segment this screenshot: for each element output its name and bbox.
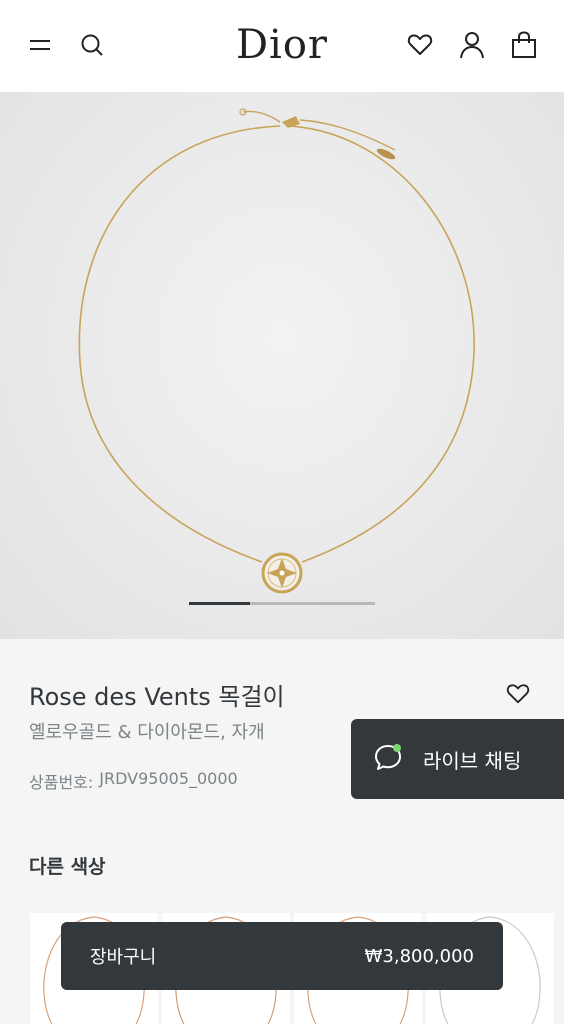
cart-label: 장바구니 [90, 947, 157, 968]
sku-label: 상품번호: [29, 773, 94, 792]
wishlist-heart-icon[interactable] [503, 679, 533, 709]
product-image-gallery[interactable] [0, 92, 564, 639]
live-chat-button[interactable]: 라이브 채팅 [351, 719, 564, 799]
bag-icon[interactable] [509, 28, 539, 62]
product-title: Rose des Vents 목걸이 [29, 683, 285, 711]
heart-icon[interactable] [405, 28, 435, 62]
other-colors-heading: 다른 색상 [29, 856, 106, 878]
sku-value: JRDV95005_0000 [99, 769, 238, 788]
product-material: 옐로우골드 & 다이아몬드, 자개 [29, 722, 265, 743]
gallery-progress-fill [189, 602, 251, 605]
chat-bubble-icon [373, 742, 403, 776]
top-header: Dior [0, 0, 564, 92]
user-icon[interactable] [457, 28, 487, 62]
live-chat-label: 라이브 채팅 [423, 748, 522, 773]
necklace-image [78, 108, 475, 594]
online-indicator [393, 744, 401, 752]
product-sku: 상품번호: JRDV95005_0000 [29, 769, 238, 793]
gallery-progress-track [189, 602, 375, 605]
add-to-cart-button[interactable]: 장바구니 ₩3,800,000 [61, 922, 503, 990]
cart-price: ₩3,800,000 [364, 945, 474, 967]
